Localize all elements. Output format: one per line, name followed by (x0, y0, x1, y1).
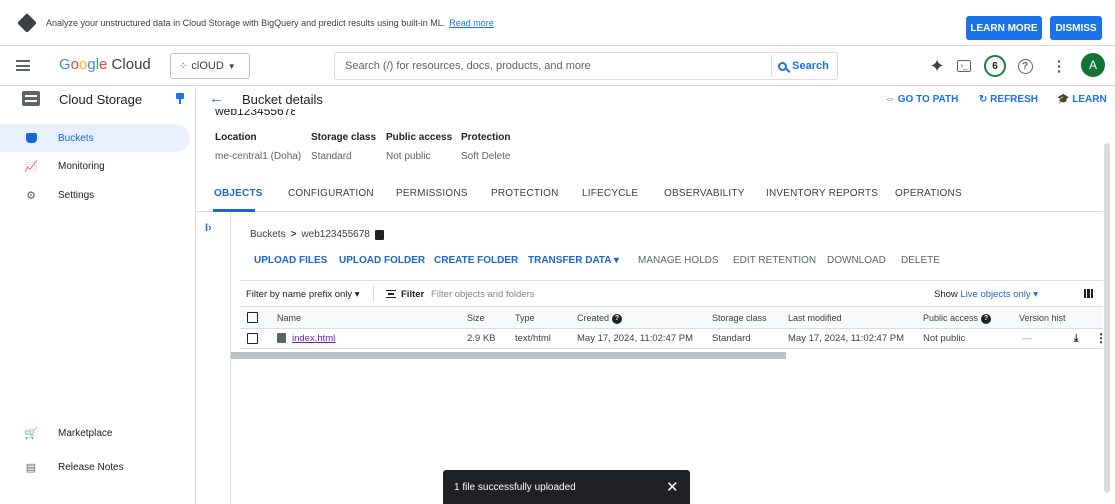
help-icon: ? (981, 313, 992, 324)
create-folder-button[interactable]: CREATE FOLDER (434, 255, 518, 266)
sidebar-item-buckets[interactable]: Buckets (0, 124, 190, 152)
table-row: index.html 2.9 KB text/html May 17, 2024… (240, 329, 1107, 349)
filter-input[interactable]: Filter objects and folders (431, 289, 535, 300)
storage-class-info: Storage class Standard (311, 132, 377, 162)
transfer-data-button[interactable]: TRANSFER DATA ▾ (528, 255, 619, 266)
banner-read-more-link[interactable]: Read more (449, 18, 494, 28)
filter-bar: Filter by name prefix only ▾ Filter Filt… (240, 280, 1103, 307)
tab-configuration[interactable]: CONFIGURATION (288, 188, 374, 199)
pin-icon[interactable] (176, 93, 184, 104)
learn-more-button[interactable]: LEARN MORE (966, 16, 1042, 40)
download-icon[interactable]: ⤓ (1074, 333, 1078, 344)
sidebar-header: Cloud Storage (0, 87, 196, 113)
top-navigation: Google Cloud ⁘ clOUD ▼ Search (/) for re… (0, 47, 1115, 86)
tab-permissions[interactable]: PERMISSIONS (396, 188, 468, 199)
search-input[interactable]: Search (/) for resources, docs, products… (345, 60, 591, 72)
show-live-objects-dropdown[interactable]: Show Live objects only ▾ (934, 289, 1038, 300)
back-arrow-icon[interactable]: ← (209, 90, 224, 107)
public-access-info: Public access Not public (386, 132, 453, 162)
search-bar[interactable]: Search (/) for resources, docs, products… (334, 52, 838, 80)
row-more-options-icon[interactable]: ⋮ (1095, 331, 1107, 345)
filter-prefix-dropdown[interactable]: Filter by name prefix only ▾ (246, 289, 360, 300)
sidebar-item-settings[interactable]: ⚙ Settings (0, 181, 196, 209)
column-display-icon[interactable] (1084, 289, 1093, 298)
edit-retention-button[interactable]: EDIT RETENTION (733, 255, 816, 266)
table-header: Name Size Type Created? Storage class La… (240, 307, 1103, 329)
bigquery-diamond-icon (17, 12, 37, 33)
project-name: clOUD (191, 60, 224, 72)
upload-folder-button[interactable]: UPLOAD FOLDER (339, 255, 425, 266)
close-icon[interactable]: ✕ (666, 478, 679, 496)
filter-label: Filter (401, 289, 425, 300)
tab-objects[interactable]: OBJECTS (214, 188, 263, 199)
sidebar: Cloud Storage Buckets 📈 Monitoring ⚙ Set… (0, 87, 196, 504)
project-selector[interactable]: ⁘ clOUD ▼ (170, 53, 250, 79)
help-icon: ? (612, 313, 623, 324)
gemini-sparkle-icon[interactable]: ✦ (926, 55, 948, 77)
active-tab-indicator (213, 209, 255, 212)
breadcrumb-buckets-link[interactable]: Buckets (250, 229, 286, 240)
protection-info: Protection Soft Delete (461, 132, 511, 162)
banner-text: Analyze your unstructured data in Cloud … (46, 17, 446, 28)
horizontal-scrollbar[interactable] (231, 352, 786, 359)
cart-icon: 🛒 (24, 427, 38, 440)
project-dots-icon: ⁘ (179, 60, 188, 72)
sidebar-title: Cloud Storage (59, 92, 143, 107)
hamburger-menu-icon[interactable] (16, 60, 30, 71)
tab-observability[interactable]: OBSERVABILITY (664, 188, 745, 199)
breadcrumb-bucket-name: web123455678 (301, 229, 370, 240)
more-options-icon[interactable]: ⋮ (1052, 55, 1067, 77)
search-button[interactable]: Search (771, 55, 835, 77)
file-icon (277, 333, 286, 344)
dismiss-button[interactable]: DISMISS (1050, 16, 1102, 40)
download-button[interactable]: DOWNLOAD (827, 255, 886, 266)
google-cloud-logo[interactable]: Google Cloud (59, 56, 151, 73)
sidebar-item-marketplace[interactable]: 🛒 Marketplace (0, 419, 196, 447)
tab-inventory-reports[interactable]: INVENTORY REPORTS (766, 188, 878, 199)
breadcrumb-separator: > (290, 229, 297, 240)
breadcrumb: Buckets > web123455678 (250, 229, 384, 240)
cloud-storage-icon (22, 91, 40, 106)
select-all-checkbox[interactable] (247, 312, 258, 323)
refresh-button[interactable]: ↻ REFRESH (979, 94, 1038, 105)
cloud-shell-icon[interactable]: ›_ (954, 55, 974, 77)
promo-banner: Analyze your unstructured data in Cloud … (0, 0, 1115, 46)
sidebar-item-release-notes[interactable]: ▤ Release Notes (0, 453, 196, 481)
copy-icon[interactable] (374, 229, 384, 240)
upload-files-button[interactable]: UPLOAD FILES (254, 255, 327, 266)
filter-icon (386, 290, 396, 298)
delete-button[interactable]: DELETE (901, 255, 940, 266)
tab-lifecycle[interactable]: LIFECYCLE (582, 188, 638, 199)
notifications-badge[interactable]: 6 (983, 55, 1007, 77)
monitoring-icon: 📈 (24, 160, 38, 173)
tab-protection[interactable]: PROTECTION (491, 188, 559, 199)
location-info: Location me-central1 (Doha) (215, 132, 302, 162)
tab-operations[interactable]: OPERATIONS (895, 188, 962, 199)
learn-button[interactable]: 🎓 LEARN (1057, 94, 1107, 105)
help-icon[interactable]: ? (1015, 55, 1035, 77)
row-checkbox[interactable] (247, 333, 258, 344)
manage-holds-button[interactable]: MANAGE HOLDS (638, 255, 719, 266)
toast-message: 1 file successfully uploaded (454, 482, 576, 493)
caret-down-icon: ▼ (227, 61, 236, 71)
notes-icon: ▤ (25, 461, 37, 474)
gear-icon: ⚙ (26, 189, 36, 202)
page-header: ← Bucket details ⇔ GO TO PATH ↻ REFRESH … (197, 87, 1115, 113)
bucket-tabs: OBJECTS CONFIGURATION PERMISSIONS PROTEC… (197, 178, 1103, 212)
expand-panel-icon[interactable]: I› (205, 222, 212, 234)
avatar[interactable]: A (1081, 53, 1105, 77)
go-to-path-button[interactable]: ⇔ GO TO PATH (885, 94, 958, 105)
search-icon (778, 61, 788, 71)
bucket-icon (24, 131, 38, 145)
upload-toast: 1 file successfully uploaded ✕ (443, 470, 690, 504)
bucket-name-heading: web123455678 (215, 109, 295, 117)
file-name-link[interactable]: index.html (292, 333, 335, 344)
page-title: Bucket details (242, 92, 323, 107)
vertical-scrollbar[interactable] (1104, 143, 1110, 493)
sidebar-item-monitoring[interactable]: 📈 Monitoring (0, 152, 196, 180)
